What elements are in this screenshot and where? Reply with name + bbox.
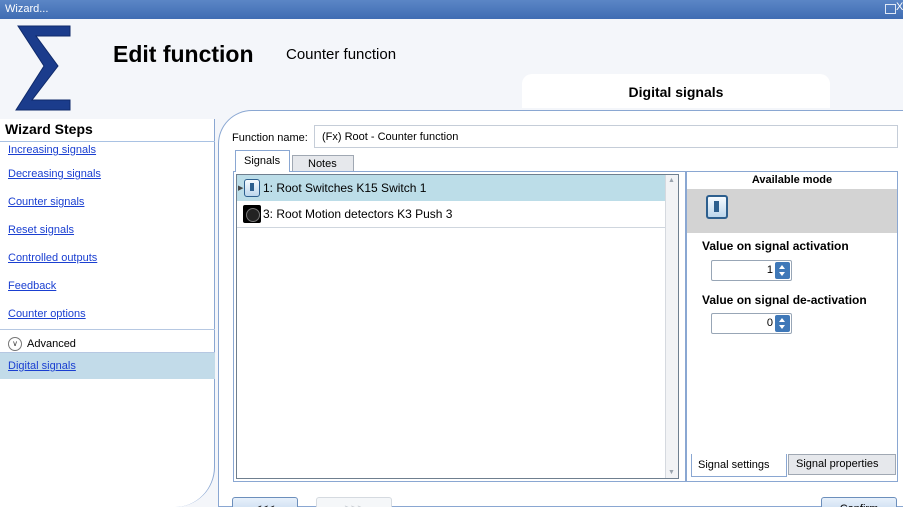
wizard-steps-title: Wizard Steps xyxy=(5,121,93,137)
function-name-label: Function name: xyxy=(232,132,308,144)
switch-icon xyxy=(244,179,260,197)
step-counter-signals[interactable]: Counter signals xyxy=(0,189,215,217)
step-controlled-outputs[interactable]: Controlled outputs xyxy=(0,245,215,273)
advanced-toggle[interactable]: ∨ Advanced xyxy=(0,329,215,353)
advanced-label: Advanced xyxy=(27,337,76,350)
tab-digital-signals[interactable]: Digital signals xyxy=(522,74,830,108)
back-button[interactable]: <<< xyxy=(232,497,298,507)
signal-row[interactable]: 3: Root Motion detectors K3 Push 3 xyxy=(237,201,666,228)
signals-scrollbar[interactable]: ▲ ▼ xyxy=(665,175,678,478)
sigma-logo-icon xyxy=(15,25,71,111)
signals-panel: ▶ 1: Root Switches K15 Switch 1 3: Root … xyxy=(233,171,686,482)
activation-value-stepper[interactable]: 1 xyxy=(711,260,792,281)
signal-settings-panel: Available mode Value on signal activatio… xyxy=(686,171,898,482)
activation-value-label: Value on signal activation xyxy=(702,239,849,253)
maximize-icon[interactable] xyxy=(885,4,896,14)
available-mode-title: Available mode xyxy=(751,174,833,186)
step-decreasing-signals[interactable]: Decreasing signals xyxy=(0,161,215,189)
signal-row[interactable]: ▶ 1: Root Switches K15 Switch 1 xyxy=(237,175,666,201)
deactivation-value-label: Value on signal de-activation xyxy=(702,293,867,307)
step-digital-signals[interactable]: Digital signals xyxy=(0,353,215,379)
activation-value: 1 xyxy=(766,264,773,276)
deactivation-value: 0 xyxy=(766,317,773,329)
switch-mode-icon[interactable] xyxy=(706,195,728,219)
spin-updown-icon[interactable] xyxy=(775,315,790,332)
confirm-button[interactable]: Confirm xyxy=(821,497,897,507)
tab-signal-properties[interactable]: Signal properties xyxy=(788,454,896,475)
signal-label: 1: Root Switches K15 Switch 1 xyxy=(263,181,427,195)
content-panel: Function name: (Fx) Root - Counter funct… xyxy=(218,110,903,507)
signals-list: ▶ 1: Root Switches K15 Switch 1 3: Root … xyxy=(236,174,679,479)
next-button[interactable]: >>> xyxy=(316,497,392,507)
signal-label: 3: Root Motion detectors K3 Push 3 xyxy=(263,207,453,221)
step-reset-signals[interactable]: Reset signals xyxy=(0,217,215,245)
tab-signals[interactable]: Signals xyxy=(235,150,290,172)
tab-notes[interactable]: Notes xyxy=(292,155,354,172)
close-icon[interactable]: X xyxy=(896,1,903,13)
chevron-down-icon: ∨ xyxy=(8,336,22,351)
scroll-up-icon[interactable]: ▲ xyxy=(668,177,675,184)
step-feedback[interactable]: Feedback xyxy=(0,273,215,301)
step-increasing-signals[interactable]: Increasing signals xyxy=(0,142,215,161)
tab-signal-settings[interactable]: Signal settings xyxy=(691,454,787,477)
wizard-steps-panel: Wizard Steps Increasing signals Decreasi… xyxy=(0,119,215,507)
deactivation-value-stepper[interactable]: 0 xyxy=(711,313,792,334)
scroll-down-icon[interactable]: ▼ xyxy=(668,469,675,476)
window-titlebar: Wizard... X xyxy=(0,0,903,19)
step-counter-options[interactable]: Counter options xyxy=(0,301,215,329)
function-name-field[interactable]: (Fx) Root - Counter function xyxy=(314,125,898,148)
page-title: Edit function xyxy=(113,41,254,67)
window-title: Wizard... xyxy=(5,3,49,15)
motion-detector-icon xyxy=(243,205,261,223)
wizard-body: Edit function Counter function Digital s… xyxy=(0,19,903,507)
spin-updown-icon[interactable] xyxy=(775,262,790,279)
wizard-steps-list: Increasing signals Decreasing signals Co… xyxy=(0,141,215,379)
page-subtitle: Counter function xyxy=(286,46,397,63)
